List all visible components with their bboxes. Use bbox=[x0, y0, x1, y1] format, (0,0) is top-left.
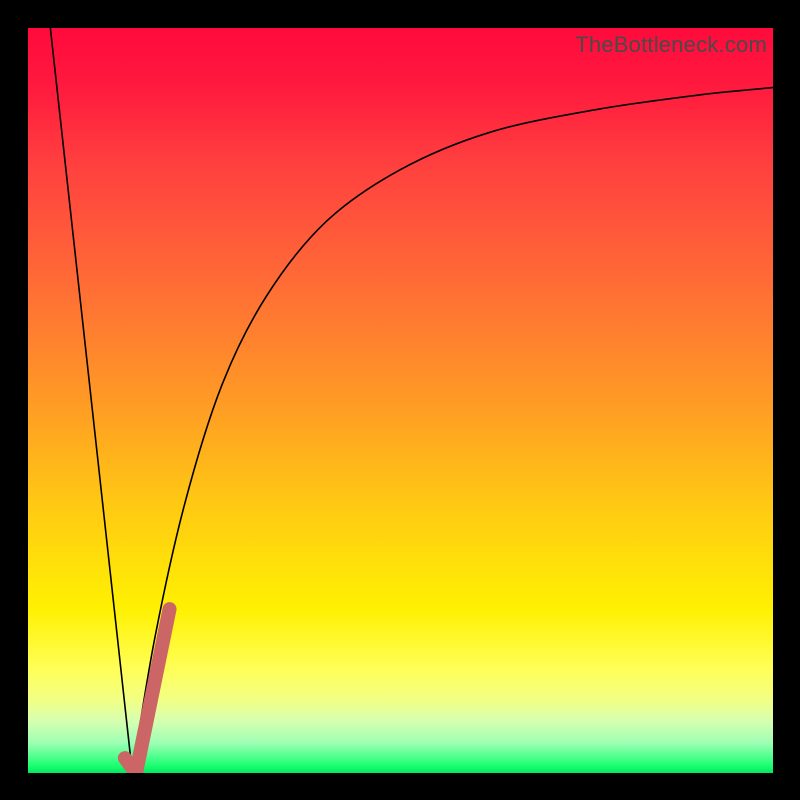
right-curve-thin bbox=[132, 88, 773, 773]
curves-svg bbox=[28, 28, 773, 773]
highlight-thick bbox=[125, 609, 170, 773]
chart-root: TheBottleneck.com bbox=[0, 0, 800, 800]
plot-area: TheBottleneck.com bbox=[28, 28, 773, 773]
left-line-thin bbox=[50, 28, 132, 773]
